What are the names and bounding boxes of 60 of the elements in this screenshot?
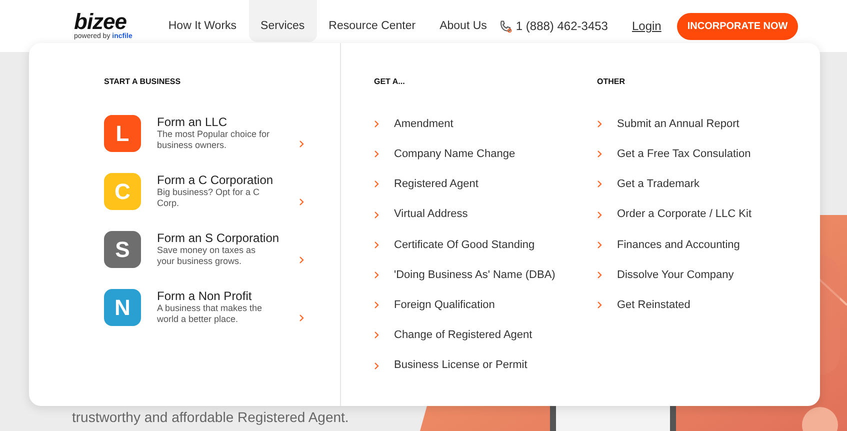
logo[interactable]: bizee — [74, 12, 132, 32]
menu-link[interactable]: Company Name Change — [394, 146, 516, 163]
chevron-icon — [374, 331, 379, 340]
chevron-icon — [374, 180, 379, 188]
chevron-icon — [374, 150, 379, 158]
chevron-icon — [597, 240, 602, 249]
login-link[interactable]: Login — [632, 17, 662, 35]
chevron-icon — [299, 256, 304, 264]
service-tile: S — [104, 231, 141, 268]
menu-link[interactable]: Foreign Qualification — [394, 296, 495, 314]
section-heading: OTHER — [597, 76, 626, 88]
menu-link[interactable]: 'Doing Business As' Name (DBA) — [394, 266, 556, 284]
chevron-icon — [597, 210, 602, 219]
nav-tab[interactable]: How It Works — [156, 0, 249, 42]
menu-link[interactable]: Change of Registered Agent — [394, 327, 532, 344]
chevron-icon — [299, 140, 304, 148]
chevron-icon — [597, 150, 602, 158]
menu-link[interactable]: Amendment — [394, 116, 454, 132]
service-title[interactable]: Form an LLC — [157, 115, 291, 129]
chevron-icon — [597, 301, 602, 310]
service-tile: L — [104, 115, 141, 152]
menu-link[interactable]: Get a Free Tax Consulation — [617, 146, 751, 163]
nav-tab[interactable]: About Us — [428, 0, 499, 42]
hero-text: trustworthy and affordable Registered Agent. — [72, 409, 349, 425]
menu-link[interactable]: Dissolve Your Company — [617, 266, 734, 284]
chevron-icon — [299, 314, 304, 322]
chevron-icon — [374, 271, 379, 280]
chevron-icon — [597, 120, 602, 128]
service-title[interactable]: Form an S Corporation — [157, 231, 291, 245]
service-description: The most Popular choice for business owners. — [157, 129, 271, 151]
section-heading: START A BUSINESS — [104, 76, 182, 88]
service-description: Big business? Opt for a C Corp. — [157, 187, 261, 209]
phone-icon — [498, 20, 512, 32]
nav-tab[interactable]: Services — [248, 0, 317, 42]
menu-link[interactable]: Get a Trademark — [617, 176, 700, 193]
menu-link[interactable]: Get Reinstated — [617, 296, 690, 314]
chevron-icon — [597, 180, 602, 188]
chevron-icon — [299, 198, 304, 206]
chevron-icon — [374, 240, 379, 249]
chevron-icon — [374, 301, 379, 310]
section-heading: GET A... — [374, 76, 406, 88]
service-tile: C — [104, 173, 141, 210]
menu-link[interactable]: Certificate Of Good Standing — [394, 236, 535, 254]
service-description: A business that makes the world a better place. — [157, 303, 264, 325]
menu-link[interactable]: Business License or Permit — [394, 357, 528, 374]
menu-link[interactable]: Finances and Accounting — [617, 236, 740, 254]
service-tile: N — [104, 289, 141, 326]
chevron-icon — [597, 271, 602, 280]
service-description: Save money on taxes as your business grows. — [157, 245, 257, 267]
chevron-icon — [374, 210, 379, 219]
nav-tab[interactable]: Resource Center — [316, 0, 428, 42]
chevron-icon — [374, 120, 379, 128]
phone-number[interactable]: 1 (888) 462-3453 — [516, 17, 608, 35]
menu-link[interactable]: Submit an Annual Report — [617, 116, 740, 132]
service-title[interactable]: Form a C Corporation — [157, 173, 291, 187]
chevron-icon — [374, 362, 379, 370]
menu-link[interactable]: Virtual Address — [394, 206, 468, 223]
menu-link[interactable]: Order a Corporate / LLC Kit — [617, 206, 752, 223]
menu-link[interactable]: Registered Agent — [394, 176, 478, 193]
service-title[interactable]: Form a Non Profit — [157, 289, 291, 303]
